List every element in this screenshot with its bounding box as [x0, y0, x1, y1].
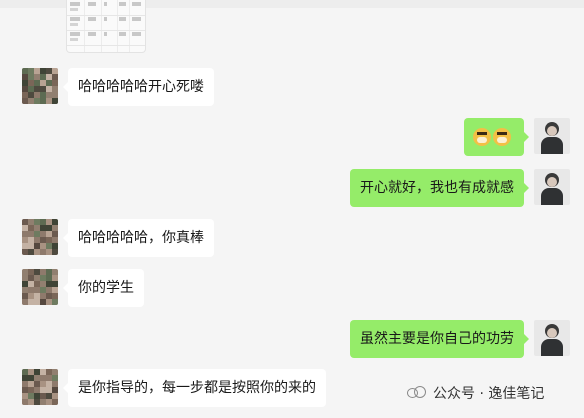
doge-icon	[493, 128, 511, 146]
my-avatar[interactable]	[534, 169, 570, 205]
outgoing-message-bubble[interactable]: 虽然主要是你自己的功劳	[350, 320, 529, 358]
incoming-message-bubble[interactable]: 哈哈哈哈哈，你真棒	[63, 219, 214, 257]
shared-image-thumbnail[interactable]	[66, 0, 146, 53]
contact-avatar[interactable]	[22, 68, 58, 104]
watermark-text: 公众号 · 逸佳笔记	[433, 386, 545, 402]
contact-avatar[interactable]	[22, 369, 58, 405]
incoming-message-bubble[interactable]: 你的学生	[63, 269, 144, 307]
incoming-message-bubble[interactable]: 是你指导的，每一步都是按照你的来的	[63, 369, 326, 407]
outgoing-message-bubble[interactable]: 开心就好，我也有成就感	[350, 169, 529, 207]
incoming-message-bubble[interactable]: 哈哈哈哈哈开心死喽	[63, 68, 214, 106]
my-avatar[interactable]	[534, 320, 570, 356]
contact-avatar[interactable]	[22, 269, 58, 305]
wechat-official-account-icon	[407, 386, 427, 400]
my-avatar[interactable]	[534, 118, 570, 154]
contact-avatar[interactable]	[22, 219, 58, 255]
outgoing-message-bubble[interactable]	[464, 118, 529, 156]
watermark: 公众号 · 逸佳笔记	[407, 384, 544, 404]
doge-icon	[473, 128, 491, 146]
